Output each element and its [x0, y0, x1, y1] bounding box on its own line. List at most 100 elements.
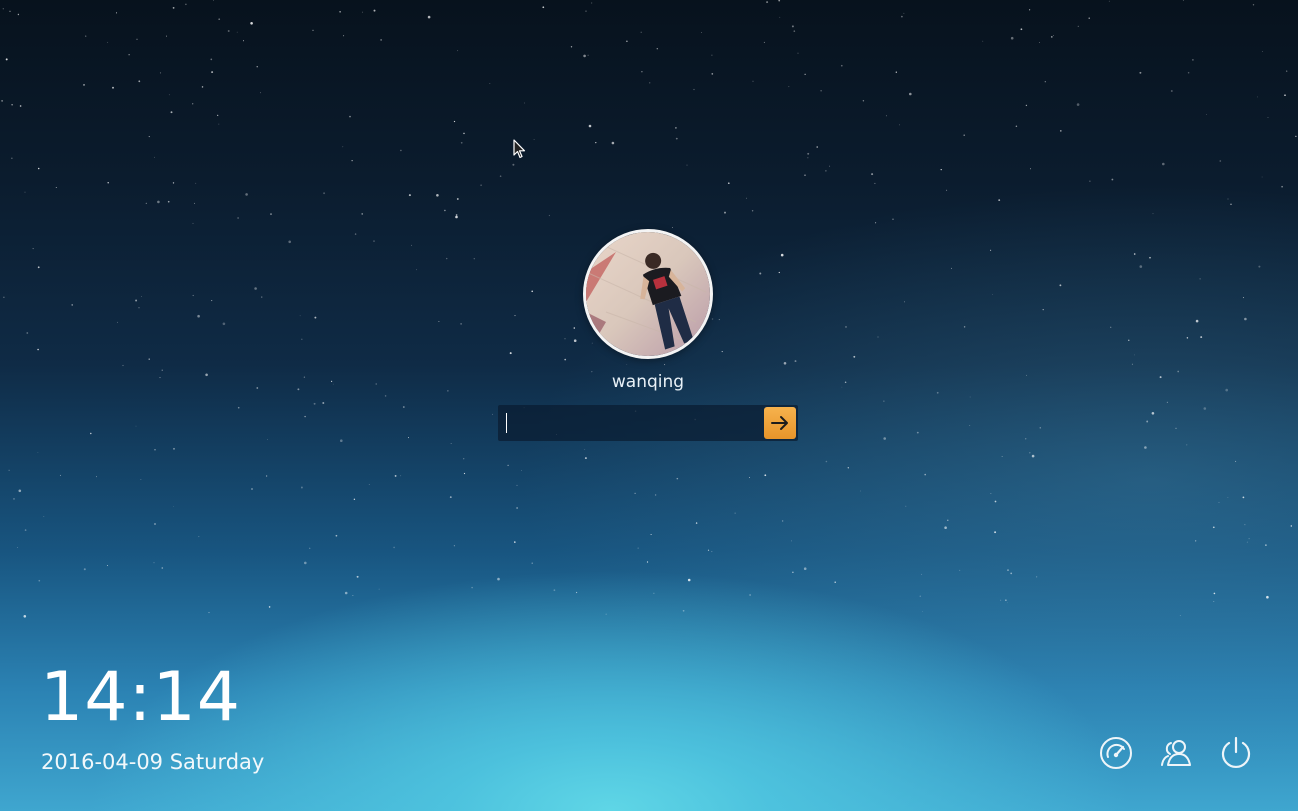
star — [834, 581, 836, 584]
star — [845, 326, 847, 328]
star — [400, 149, 402, 152]
star — [492, 413, 494, 415]
star — [924, 473, 926, 476]
star — [1000, 599, 1002, 601]
star — [1235, 460, 1237, 462]
star — [456, 198, 459, 200]
star — [135, 299, 138, 302]
star — [654, 494, 657, 496]
star — [1170, 90, 1173, 92]
star — [1026, 374, 1028, 376]
star — [951, 267, 952, 269]
star — [138, 80, 141, 83]
star — [591, 2, 593, 4]
star — [192, 222, 194, 224]
star — [460, 141, 463, 144]
star — [1213, 600, 1215, 602]
star — [211, 71, 214, 74]
star — [172, 182, 175, 184]
star — [533, 139, 535, 141]
star — [18, 489, 22, 493]
star — [71, 304, 74, 306]
star — [1227, 198, 1229, 200]
star — [682, 609, 685, 612]
star — [649, 82, 651, 84]
star — [862, 100, 865, 102]
password-input[interactable] — [498, 405, 762, 441]
power-button[interactable] — [1218, 735, 1254, 771]
star — [1010, 36, 1014, 40]
star — [675, 137, 678, 140]
star — [779, 16, 781, 18]
star — [1175, 427, 1177, 429]
star — [588, 124, 592, 128]
star — [1186, 444, 1188, 446]
star — [611, 141, 615, 145]
star — [115, 12, 118, 14]
star — [384, 395, 387, 397]
dashboard-button[interactable] — [1098, 735, 1134, 771]
star — [210, 58, 213, 61]
star — [1024, 438, 1027, 440]
username-label: wanqing — [611, 372, 685, 392]
star — [982, 40, 984, 42]
star — [700, 32, 702, 34]
star — [524, 102, 526, 104]
star — [816, 146, 818, 148]
star — [749, 594, 751, 596]
star — [885, 115, 887, 117]
star — [1205, 114, 1207, 115]
star — [373, 9, 376, 12]
star — [969, 425, 971, 427]
star — [1007, 602, 1008, 604]
star — [807, 152, 810, 155]
star — [309, 547, 311, 549]
star — [9, 10, 11, 12]
star — [342, 146, 344, 148]
star — [1179, 614, 1181, 616]
star — [1199, 278, 1201, 280]
star — [564, 338, 566, 340]
star — [1020, 28, 1023, 31]
star — [250, 22, 253, 25]
star — [1212, 526, 1215, 529]
star — [460, 323, 462, 325]
star — [829, 165, 831, 167]
star — [994, 500, 997, 503]
star — [687, 578, 691, 582]
star — [585, 10, 587, 12]
switch-user-button[interactable] — [1158, 735, 1194, 771]
star — [256, 387, 259, 389]
star — [349, 115, 351, 118]
star — [471, 586, 473, 589]
star — [847, 467, 849, 469]
star — [1015, 125, 1018, 128]
star — [1258, 265, 1261, 268]
star — [136, 38, 138, 40]
star — [1290, 525, 1293, 527]
star — [653, 592, 655, 594]
star — [516, 484, 518, 486]
star — [804, 174, 806, 177]
star — [260, 92, 261, 94]
star — [1001, 456, 1003, 457]
star — [1025, 104, 1028, 107]
star — [1030, 168, 1032, 170]
star — [990, 493, 992, 494]
star — [1042, 308, 1044, 311]
star — [1044, 81, 1046, 83]
star — [449, 496, 452, 499]
star — [323, 192, 326, 195]
star — [59, 474, 61, 476]
star — [499, 175, 502, 177]
star — [1149, 256, 1151, 259]
star — [141, 296, 142, 297]
star — [963, 326, 966, 328]
star — [340, 439, 343, 443]
star — [1286, 70, 1288, 72]
star — [903, 12, 905, 14]
user-avatar[interactable] — [583, 229, 713, 359]
login-submit-button[interactable] — [764, 407, 796, 439]
star — [1133, 253, 1136, 255]
star — [766, 1, 769, 4]
